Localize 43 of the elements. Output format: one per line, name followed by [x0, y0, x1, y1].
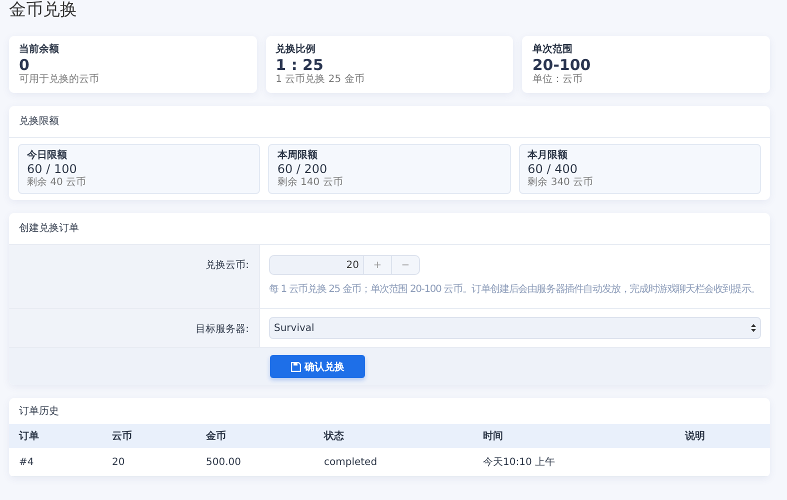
table-cell: completed — [314, 448, 473, 476]
limit-label: 本周限额 — [277, 149, 318, 162]
table-cell: 今天10:10 上午 — [473, 448, 675, 476]
hint-text: 每 1 云币兑换 25 金币；单次范围 20-100 云币。订单创建后会由服务器插件自动发放，完成时游戏聊天栏会收到提示。 — [269, 284, 761, 296]
table-cell: #4 — [9, 448, 102, 476]
column-header: 说明 — [675, 424, 770, 448]
stat-note: 可用于兑换的云币 — [19, 74, 100, 86]
column-header: 时间 — [473, 424, 675, 448]
column-header: 状态 — [314, 424, 473, 448]
stat-value: 0 — [19, 56, 30, 74]
decrement-button[interactable]: − — [392, 255, 420, 275]
stat-label: 当前余额 — [19, 43, 60, 56]
field-label: 兑换云币: — [206, 258, 249, 273]
amount-field[interactable]: 20 — [269, 255, 364, 275]
increment-button[interactable]: + — [364, 255, 392, 275]
field-label: 目标服务器: — [196, 322, 249, 337]
panel-title: 创建兑换订单 — [19, 223, 79, 234]
limit-value: 60 / 200 — [277, 162, 328, 177]
limit-value: 60 / 400 — [528, 162, 579, 177]
save-icon — [290, 362, 300, 372]
column-header: 云币 — [102, 424, 196, 448]
stat-label: 单次范围 — [532, 43, 574, 56]
column-header: 金币 — [196, 424, 314, 448]
limit-label: 本月限额 — [528, 149, 569, 162]
server-select[interactable]: Survival — [269, 317, 761, 339]
stat-note: 单位：云币 — [532, 74, 584, 86]
limit-note: 剩余 340 云币 — [528, 177, 594, 189]
stat-value: 20-100 — [532, 56, 592, 74]
page-title: 金币兑换 — [9, 0, 78, 20]
column-header: 订单 — [9, 424, 102, 448]
table-cell: 500.00 — [196, 448, 314, 476]
limit-value: 60 / 100 — [27, 162, 78, 176]
stat-value: 1 : 25 — [276, 56, 324, 74]
panel-title: 兑换限额 — [19, 116, 59, 127]
stat-note: 1 云币兑换 25 金币 — [276, 74, 366, 86]
limit-note: 剩余 40 云币 — [27, 177, 88, 189]
stat-label: 兑换比例 — [276, 43, 317, 56]
limit-note: 剩余 140 云币 — [277, 177, 344, 189]
updown-icon — [751, 324, 756, 332]
table-cell: 20 — [102, 448, 196, 476]
confirm-button[interactable]: 确认兑换 — [270, 355, 365, 378]
limit-label: 今日限额 — [27, 149, 68, 162]
panel-title: 订单历史 — [19, 406, 59, 417]
